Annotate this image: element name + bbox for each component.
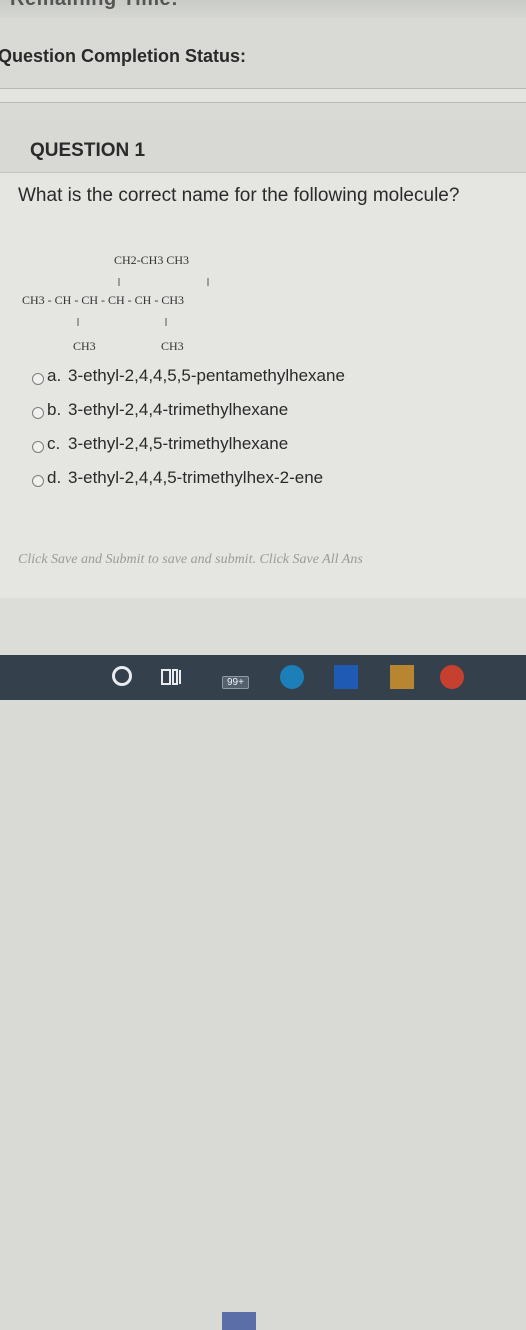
molecule-diagram: CH2-CH3 CH3 CH3 - CH - CH - CH - CH - CH… <box>18 240 318 360</box>
molecule-bottom-right: CH3 <box>161 339 184 353</box>
option-b-letter: b. <box>47 400 62 419</box>
page-bottom-area <box>0 598 526 658</box>
question-prompt: What is the correct name for the followi… <box>18 185 460 206</box>
option-a-radio[interactable] <box>32 373 44 385</box>
windows-taskbar <box>0 655 526 1330</box>
question-title: QUESTION 1 <box>30 140 146 161</box>
molecule-main-chain: CH3 - CH - CH - CH - CH - CH3 <box>22 293 184 307</box>
top-banner: Remaining Time: <box>0 0 526 18</box>
app-icon[interactable] <box>222 1312 256 1330</box>
outlook-icon[interactable] <box>334 665 358 689</box>
option-a-text: 3-ethyl-2,4,4,5,5-pentamethylhexane <box>68 366 345 385</box>
chrome-icon[interactable] <box>440 665 464 689</box>
option-d-radio[interactable] <box>32 475 44 487</box>
cortana-icon[interactable] <box>112 666 132 686</box>
option-c-letter: c. <box>47 434 61 453</box>
option-c-text: 3-ethyl-2,4,5-trimethylhexane <box>68 434 289 453</box>
save-instructions: Click Save and Submit to save and submit… <box>18 552 363 567</box>
option-a-letter: a. <box>47 366 62 385</box>
option-d-letter: d. <box>47 468 62 487</box>
option-d-text: 3-ethyl-2,4,4,5-trimethylhex-2-ene <box>68 468 324 487</box>
files-icon[interactable] <box>390 665 414 689</box>
completion-status-bar <box>0 88 526 103</box>
remaining-time-label: Remaining Time: <box>10 0 178 11</box>
notification-badge: 99+ <box>222 676 249 689</box>
option-b-text: 3-ethyl-2,4,4-trimethylhexane <box>68 400 289 419</box>
molecule-top-branch: CH2-CH3 CH3 <box>114 253 189 267</box>
option-c-radio[interactable] <box>32 441 44 453</box>
option-b-radio[interactable] <box>32 407 44 419</box>
edge-icon[interactable] <box>280 665 304 689</box>
completion-status-label: Question Completion Status: <box>0 46 247 66</box>
task-view-icon[interactable] <box>160 665 184 689</box>
molecule-bottom-left: CH3 <box>73 339 96 353</box>
